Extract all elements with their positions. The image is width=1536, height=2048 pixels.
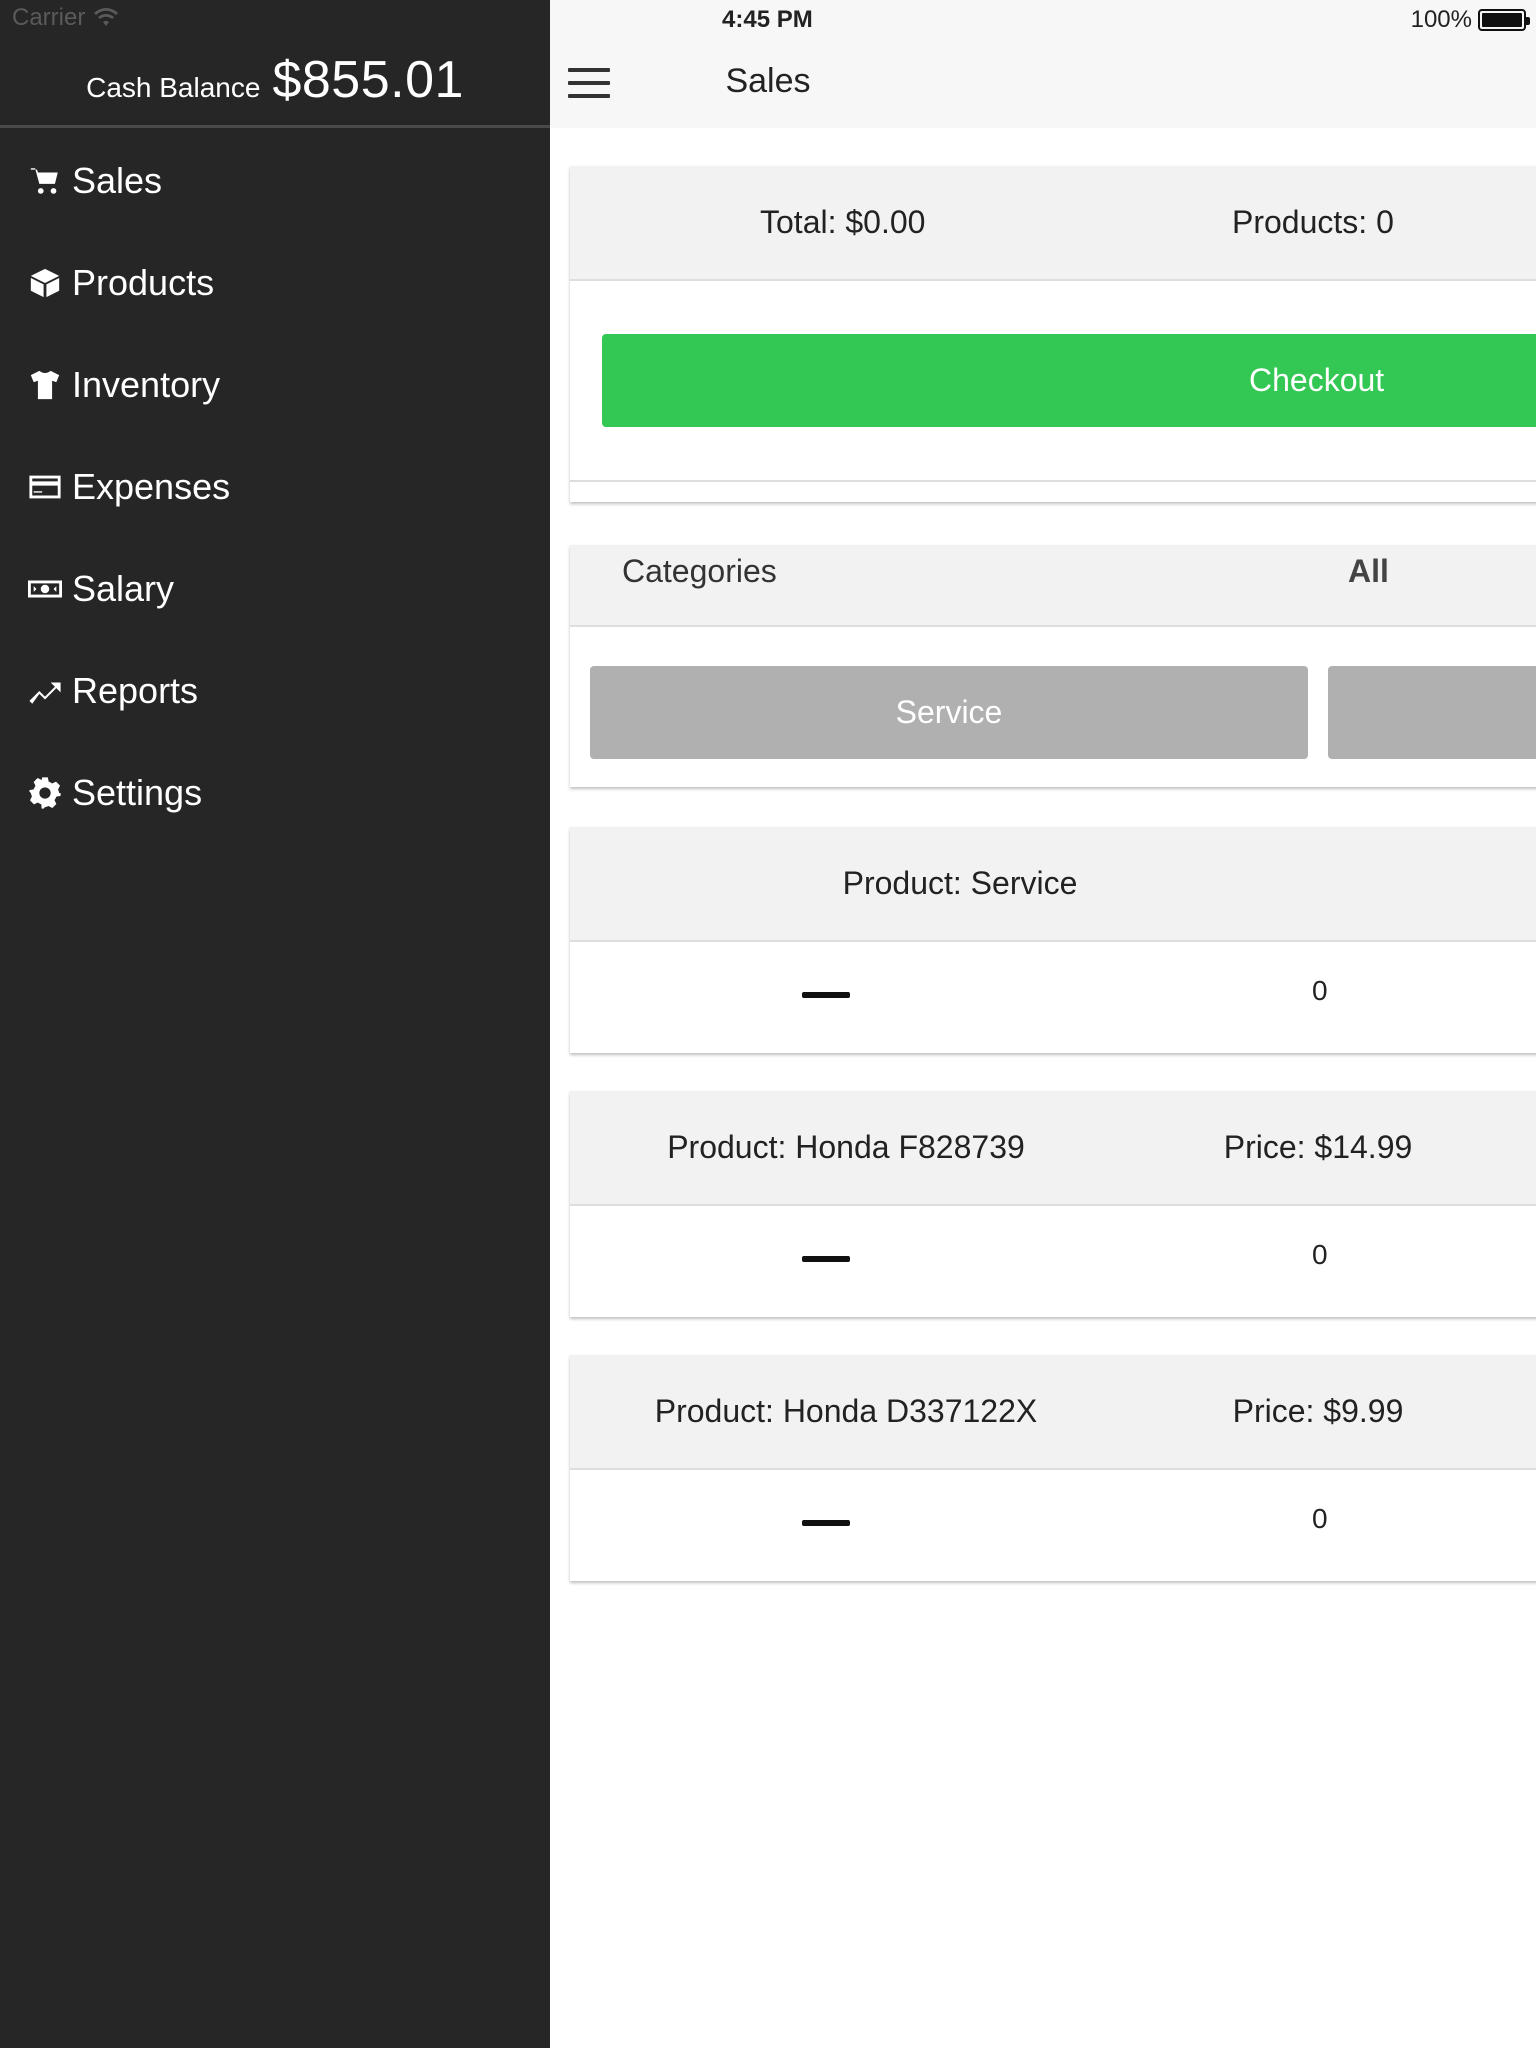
product-price: Price: $9.99	[1232, 1393, 1404, 1429]
product-price: Price: $14.99	[1223, 1129, 1413, 1165]
product-quantity: 0	[1312, 1239, 1328, 1270]
cart-summary-card: Total: $0.00 Products: 0 Checkout	[570, 166, 1536, 502]
menu-item-label: Expenses	[72, 466, 231, 507]
drawer-menu: Sales Products Inventory Expenses Salary…	[0, 130, 550, 844]
wifi-icon	[94, 8, 119, 26]
shirt-icon	[30, 370, 60, 400]
cart-product-count: Products: 0	[1232, 204, 1394, 240]
nav-bar: 4:45 PM 100% Sales	[550, 0, 1536, 128]
credit-card-icon	[29, 475, 61, 499]
menu-item-label: Inventory	[72, 364, 221, 405]
product-card: Product: Service 0	[570, 827, 1536, 1053]
menu-item-sales[interactable]: Sales	[0, 130, 550, 232]
menu-item-reports[interactable]: Reports	[0, 640, 550, 742]
battery-icon	[1478, 9, 1530, 31]
trend-icon	[29, 682, 61, 704]
menu-item-salary[interactable]: Salary	[0, 538, 550, 640]
product-name: Product: Honda D337122X	[654, 1393, 1038, 1429]
cart-icon	[30, 168, 58, 194]
product-quantity: 0	[1312, 975, 1328, 1006]
sales-screen: 4:45 PM 100% Sales Total: $0.00 Products…	[550, 0, 1536, 2048]
product-quantity: 0	[1312, 1503, 1328, 1534]
divider	[570, 480, 1536, 482]
menu-item-settings[interactable]: Settings	[0, 742, 550, 844]
cash-balance-label: Cash Balance	[86, 72, 261, 103]
product-card: Product: Honda F828739 Price: $14.99 0	[570, 1091, 1536, 1317]
cart-total: Total: $0.00	[760, 204, 926, 240]
menu-item-label: Reports	[72, 670, 199, 711]
category-button[interactable]	[1328, 666, 1536, 759]
side-drawer: Carrier Cash Balance $855.01 Sales Produ…	[0, 0, 550, 2048]
category-button-service[interactable]: Service	[590, 666, 1308, 759]
checkout-button[interactable]: Checkout	[602, 334, 1536, 427]
menu-item-label: Sales	[72, 160, 163, 201]
menu-item-inventory[interactable]: Inventory	[0, 334, 550, 436]
product-header: Product: Service	[570, 827, 1536, 942]
cash-balance: Cash Balance $855.01	[0, 50, 550, 128]
gear-icon	[29, 777, 61, 809]
menu-item-products[interactable]: Products	[0, 232, 550, 334]
menu-item-label: Salary	[72, 568, 175, 609]
product-card: Product: Honda D337122X Price: $9.99 0	[570, 1355, 1536, 1581]
carrier-label: Carrier	[12, 4, 86, 31]
product-header: Product: Honda D337122X Price: $9.99	[570, 1355, 1536, 1470]
decrement-button[interactable]	[802, 1256, 850, 1262]
cash-balance-value: $855.01	[272, 51, 464, 109]
money-icon	[28, 580, 62, 598]
decrement-button[interactable]	[802, 992, 850, 998]
categories-label: Categories	[622, 553, 777, 589]
product-header: Product: Honda F828739 Price: $14.99	[570, 1091, 1536, 1206]
cart-summary-header: Total: $0.00 Products: 0	[570, 166, 1536, 281]
menu-item-label: Products	[72, 262, 215, 303]
product-name: Product: Honda F828739	[667, 1129, 1025, 1165]
menu-item-expenses[interactable]: Expenses	[0, 436, 550, 538]
decrement-button[interactable]	[802, 1520, 850, 1526]
status-carrier: Carrier	[12, 4, 119, 32]
page-title: Sales	[725, 62, 811, 100]
cube-icon	[30, 268, 60, 298]
categories-card: Categories All Service	[570, 545, 1536, 787]
categories-selected[interactable]: All	[1348, 553, 1389, 590]
status-time: 4:45 PM	[722, 6, 813, 33]
menu-item-label: Settings	[72, 772, 203, 813]
categories-header[interactable]: Categories All	[570, 545, 1536, 627]
battery-percent: 100%	[1410, 6, 1472, 33]
status-battery: 100%	[1410, 6, 1530, 34]
product-name: Product: Service	[842, 865, 1078, 901]
